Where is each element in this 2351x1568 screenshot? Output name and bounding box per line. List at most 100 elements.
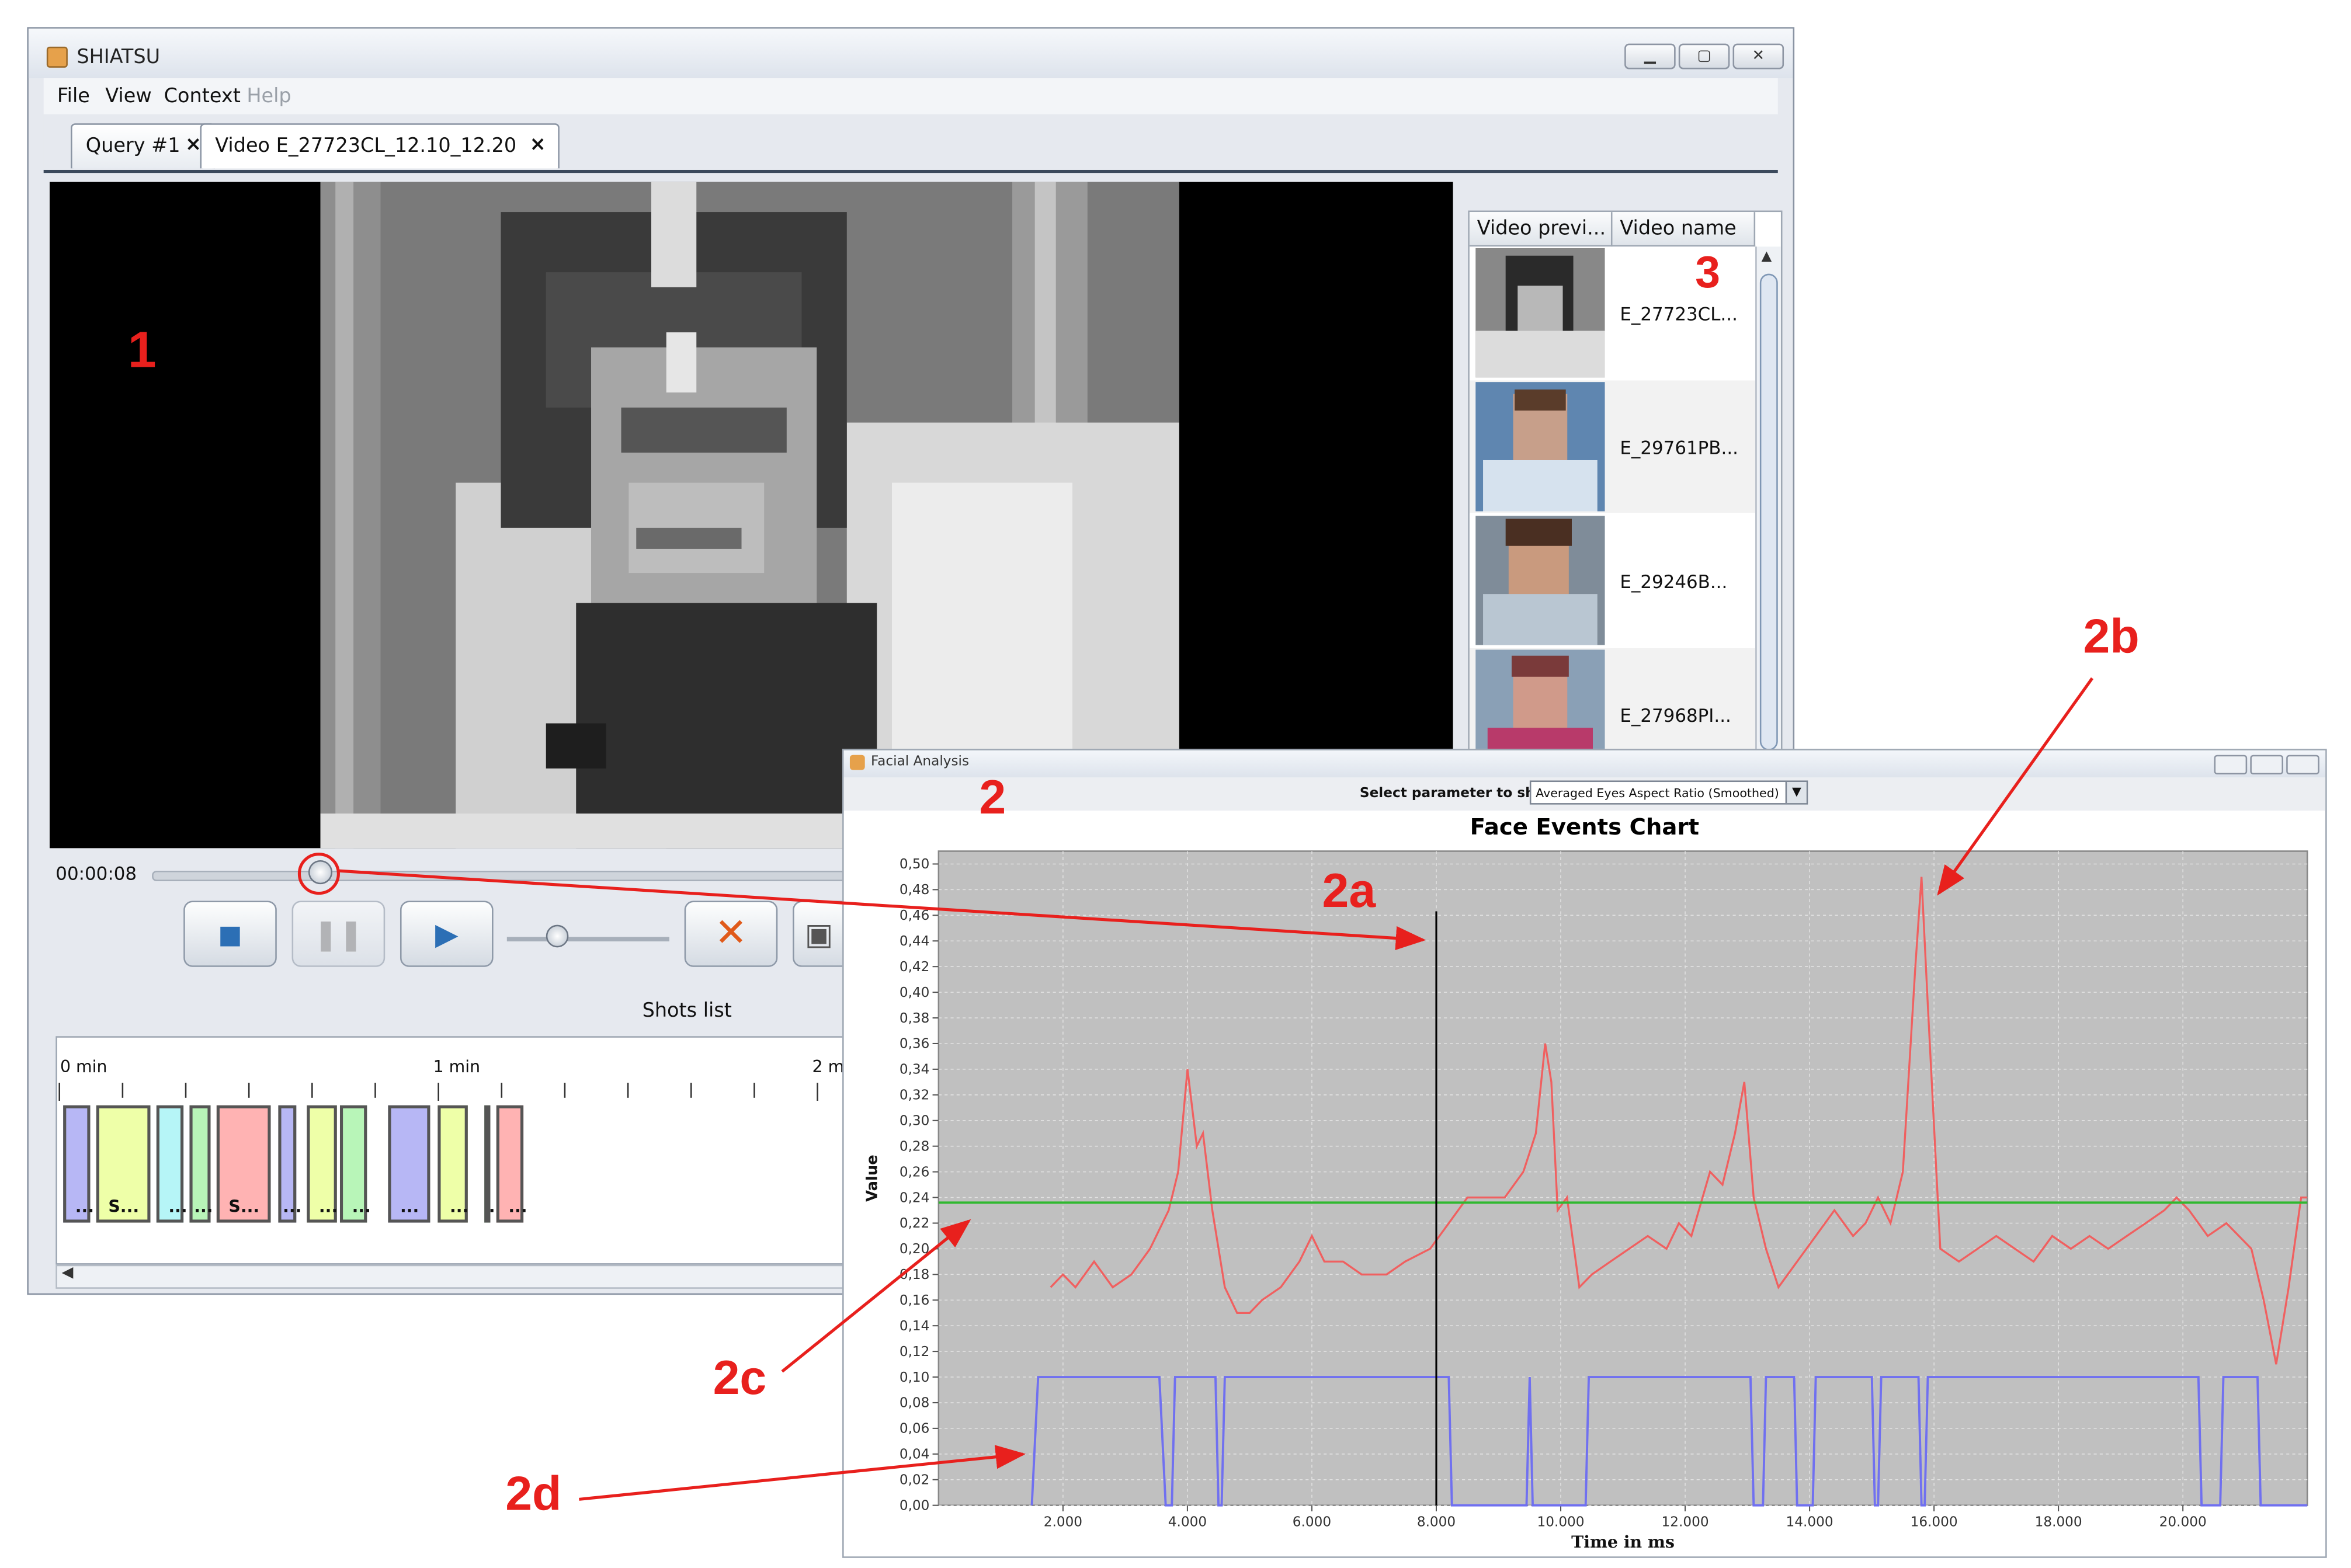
camera-icon: ▣ <box>804 916 834 952</box>
y-tick-label: 0,44 <box>900 933 930 949</box>
annotation-2d: 2d <box>505 1466 562 1521</box>
timeline-scrollbar[interactable]: ◀ <box>55 1264 871 1289</box>
minimize-icon[interactable]: ▁ <box>1624 43 1676 69</box>
y-tick-label: 0,16 <box>900 1292 930 1308</box>
scale-tick <box>437 1083 439 1101</box>
video-player[interactable]: 1 <box>49 182 1453 849</box>
screenshot-stage: SHIATSU ▁ ▢ ✕ File View Context Help Que… <box>0 0 2351 1564</box>
table-row[interactable]: E_29246B... <box>1469 514 1756 647</box>
y-tick-label: 0,10 <box>900 1369 930 1385</box>
shot-block[interactable]: S... <box>96 1105 151 1223</box>
column-header-name[interactable]: Video name <box>1612 212 1756 247</box>
title-bar[interactable]: SHIATSU ▁ ▢ ✕ <box>28 28 1793 78</box>
y-tick-label: 0,46 <box>900 908 930 923</box>
scroll-left-icon[interactable]: ◀ <box>62 1265 74 1281</box>
scale-label-0: 0 min <box>60 1057 107 1077</box>
video-thumbnail <box>1475 649 1605 750</box>
window-title: SHIATSU <box>77 46 161 69</box>
menu-context[interactable]: Context <box>164 86 241 109</box>
play-button[interactable]: ▶ <box>400 901 494 967</box>
tab-query-close-icon[interactable]: × <box>185 134 202 157</box>
volume-track[interactable] <box>506 937 669 942</box>
close-icon[interactable]: ✕ <box>1732 43 1784 69</box>
volume-handle[interactable] <box>546 924 569 948</box>
annotation-2b: 2b <box>2083 609 2140 663</box>
y-tick-label: 0,06 <box>900 1421 930 1437</box>
shot-label: ... <box>194 1197 213 1217</box>
shot-block[interactable]: ... <box>484 1105 508 1223</box>
shot-block[interactable]: ... <box>156 1105 187 1223</box>
mute-button[interactable]: ✕ <box>684 901 778 967</box>
video-name: E_29761PB... <box>1620 437 1738 459</box>
y-tick-label: 0,26 <box>900 1164 930 1180</box>
video-frame <box>320 182 1179 849</box>
y-tick-label: 0,42 <box>900 959 930 975</box>
y-tick-label: 0,02 <box>900 1472 930 1487</box>
menu-view[interactable]: View <box>105 86 151 109</box>
annotation-1: 1 <box>127 322 157 379</box>
shot-block[interactable]: ... <box>189 1105 213 1223</box>
pause-button[interactable]: ❚❚ <box>291 901 386 967</box>
shot-block[interactable]: ... <box>388 1105 430 1223</box>
scale-tick <box>753 1083 755 1098</box>
scale-tick <box>374 1083 376 1098</box>
shot-label: ... <box>508 1197 527 1217</box>
y-tick-label: 0,40 <box>900 985 930 1000</box>
tab-video-close-icon[interactable]: × <box>530 134 546 157</box>
menu-file[interactable]: File <box>57 86 90 109</box>
x-tick-label: 6.000 <box>1293 1514 1331 1530</box>
y-tick-label: 0,12 <box>900 1344 930 1360</box>
shot-block[interactable]: ... <box>496 1105 527 1223</box>
scale-tick <box>121 1083 124 1098</box>
y-tick-label: 0,50 <box>900 856 930 872</box>
shot-block[interactable]: S... <box>216 1105 271 1223</box>
x-tick-label: 2.000 <box>1044 1514 1082 1530</box>
table-row[interactable]: E_29761PB... <box>1469 380 1756 513</box>
menu-help[interactable]: Help <box>246 86 291 109</box>
y-tick-label: 0,34 <box>900 1062 930 1077</box>
shot-label: S... <box>108 1197 140 1217</box>
tab-video[interactable]: Video E_27723CL_12.10_12.20 × <box>200 123 560 169</box>
shot-block[interactable]: ... <box>437 1105 468 1223</box>
scale-tick <box>564 1083 566 1098</box>
stop-button[interactable]: ◼ <box>183 901 277 967</box>
table-scroll-thumb[interactable] <box>1759 273 1778 750</box>
table-row[interactable]: E_27968PI... <box>1469 648 1756 750</box>
scale-tick <box>58 1083 61 1101</box>
play-icon: ▶ <box>435 916 459 952</box>
video-thumbnail <box>1475 382 1605 512</box>
x-tick-label: 10.000 <box>1537 1514 1585 1530</box>
shots-timeline[interactable]: 0 min 1 min 2 m ... S......... S..........… <box>55 1036 871 1265</box>
video-thumbnail <box>1475 248 1605 378</box>
y-tick-label: 0,22 <box>900 1215 930 1231</box>
plot-area <box>937 850 2308 1506</box>
shot-label: ... <box>449 1197 469 1217</box>
shot-block[interactable]: ... <box>339 1105 371 1223</box>
java-app-icon <box>46 46 68 68</box>
seek-handle[interactable] <box>308 860 333 885</box>
shot-block[interactable]: ... <box>63 1105 94 1223</box>
scroll-up-icon[interactable]: ▲ <box>1761 249 1772 265</box>
seek-track[interactable] <box>152 870 877 882</box>
scale-tick <box>248 1083 250 1098</box>
scale-tick <box>690 1083 692 1098</box>
face-events-chart[interactable]: 0,00 0,02 0,04 0,06 0,08 0,10 0,12 0,14 0,16 0,18… <box>844 750 2329 1559</box>
tab-video-label: Video E_27723CL_12.10_12.20 <box>215 135 517 158</box>
y-tick-label: 0,04 <box>900 1447 930 1462</box>
video-table: Video previ... Video name E_27723CL... E… <box>1468 210 1783 752</box>
stop-icon: ◼ <box>217 916 243 952</box>
shot-block[interactable]: ... <box>307 1105 338 1223</box>
table-scrollbar[interactable]: ▲ <box>1755 246 1781 750</box>
pixelated-face-image <box>320 182 1179 849</box>
tab-bar: Query #1 × Video E_27723CL_12.10_12.20 × <box>43 114 1778 173</box>
shot-block[interactable]: ... <box>278 1105 301 1223</box>
column-header-preview[interactable]: Video previ... <box>1469 212 1613 247</box>
current-time: 00:00:08 <box>55 863 137 885</box>
tab-query[interactable]: Query #1 × <box>71 123 216 169</box>
y-tick-label: 0,00 <box>900 1497 930 1513</box>
snapshot-button[interactable]: ▣ <box>793 901 844 967</box>
x-tick-label: 16.000 <box>1911 1514 1958 1530</box>
maximize-icon[interactable]: ▢ <box>1678 43 1730 69</box>
scale-tick <box>627 1083 629 1098</box>
tab-query-label: Query #1 <box>85 135 180 158</box>
